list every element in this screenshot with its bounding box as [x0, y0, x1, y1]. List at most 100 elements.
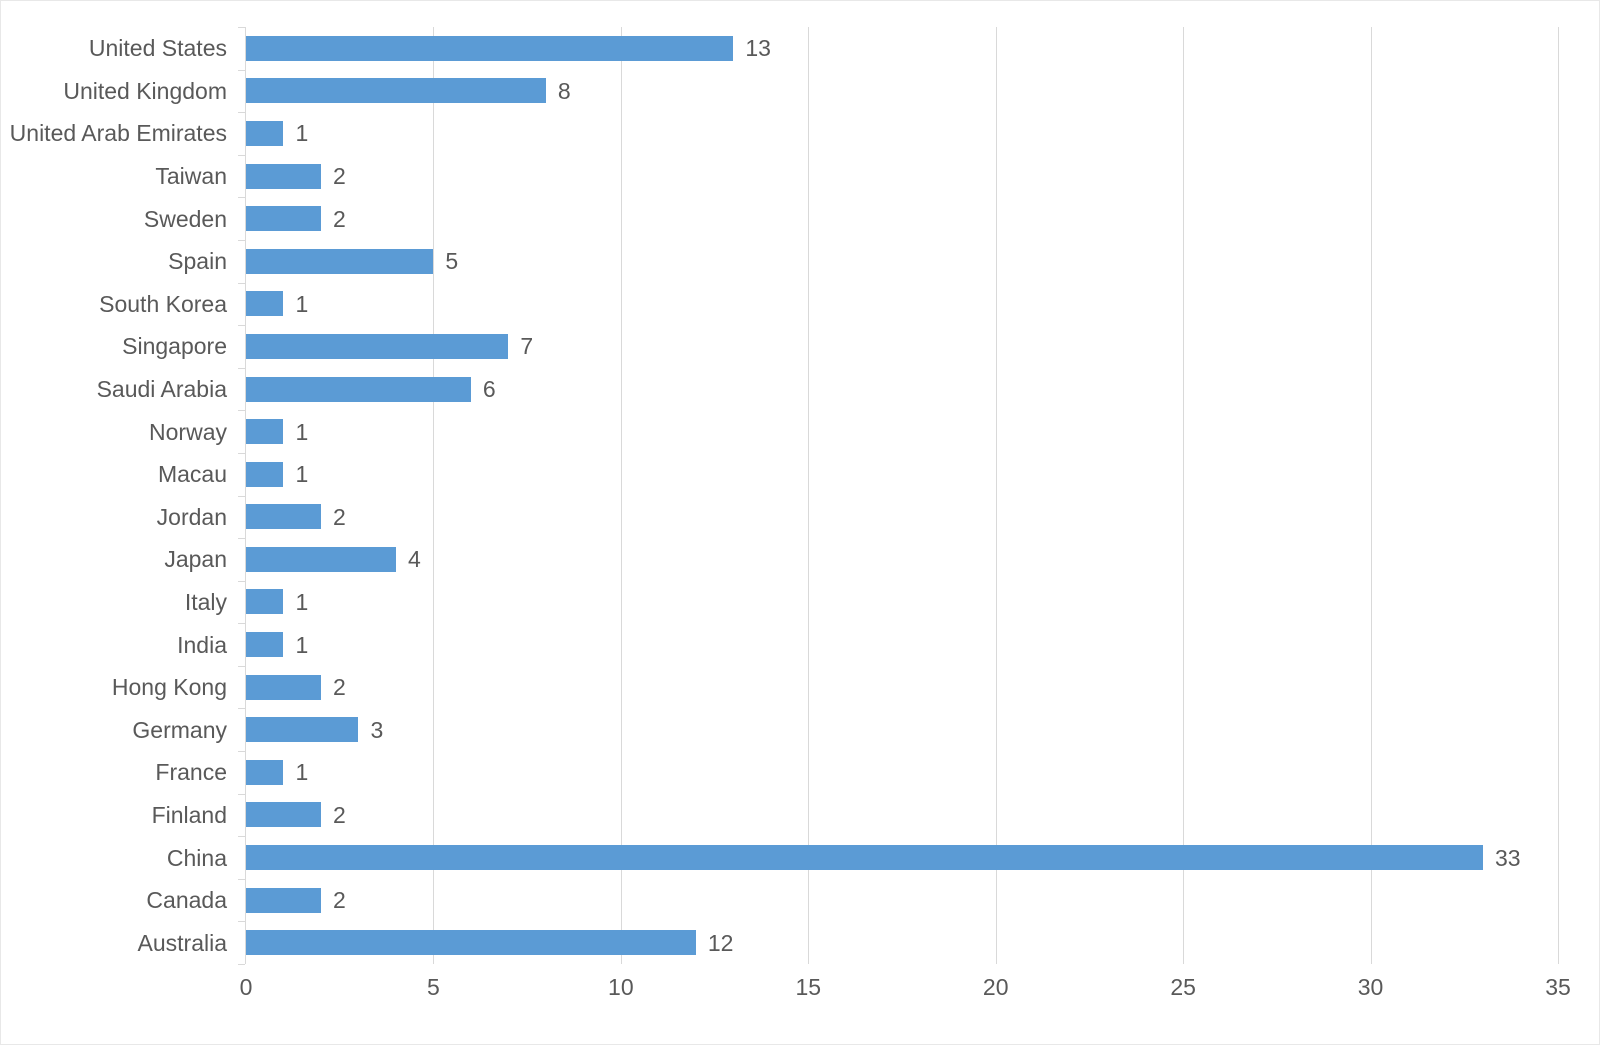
- y-axis-tick: [238, 921, 245, 923]
- bar[interactable]: [246, 717, 359, 743]
- x-axis-tick-label-20: 20: [982, 974, 1009, 1000]
- bar-value-label: 2: [332, 887, 346, 914]
- y-axis-tick: [238, 495, 245, 497]
- bar-row: 2: [246, 197, 1558, 240]
- category-label-spain: Spain: [168, 248, 227, 275]
- bar[interactable]: [246, 546, 396, 572]
- bar-value-label: 2: [332, 801, 346, 828]
- category-label-india: India: [177, 631, 227, 658]
- y-axis-tick: [238, 751, 245, 753]
- bar-value-label: 2: [332, 674, 346, 701]
- bar-value-label: 2: [332, 163, 346, 190]
- bar[interactable]: [246, 759, 284, 785]
- bar-value-label: 4: [407, 546, 421, 573]
- category-label-italy: Italy: [184, 588, 227, 615]
- category-label-finland: Finland: [151, 801, 227, 828]
- bar[interactable]: [246, 887, 321, 913]
- bar-value-label: 1: [295, 759, 309, 786]
- bar[interactable]: [246, 376, 471, 402]
- bar-row: 1: [246, 623, 1558, 666]
- category-label-hong-kong: Hong Kong: [111, 674, 227, 701]
- bar-row: 12: [246, 921, 1558, 964]
- y-axis-tick: [238, 580, 245, 582]
- bar-value-label: 33: [1495, 844, 1521, 871]
- bar[interactable]: [246, 206, 321, 232]
- bar-row: 5: [246, 240, 1558, 283]
- bar[interactable]: [246, 333, 509, 359]
- category-label-united-states: United States: [88, 35, 227, 62]
- category-label-macau: Macau: [157, 461, 227, 488]
- bar-row: 1: [246, 581, 1558, 624]
- bar-value-label: 7: [520, 333, 534, 360]
- category-label-china: China: [166, 844, 227, 871]
- bar-row: 1: [246, 283, 1558, 326]
- bar-row: 8: [246, 70, 1558, 113]
- bar-row: 2: [246, 666, 1558, 709]
- y-axis-tick: [238, 452, 245, 454]
- bar[interactable]: [246, 78, 546, 104]
- bar[interactable]: [246, 674, 321, 700]
- bar[interactable]: [246, 163, 321, 189]
- bar[interactable]: [246, 504, 321, 530]
- bar-value-label: 1: [295, 418, 309, 445]
- category-label-united-arab-emirates: United Arab Emirates: [9, 120, 227, 147]
- category-label-singapore: Singapore: [122, 333, 227, 360]
- gridline-35: [1558, 27, 1559, 964]
- bar-value-label: 2: [332, 205, 346, 232]
- bar[interactable]: [246, 930, 696, 956]
- bar[interactable]: [246, 248, 434, 274]
- bar-chart-figure: 13 8 1 2 2 5 1 7 6 1 1 2 4 1 1 2 3 1 2 33 2 12 United States U…: [0, 0, 1600, 1045]
- y-axis-tick: [238, 239, 245, 241]
- y-axis-tick: [238, 708, 245, 710]
- bar-value-label: 12: [707, 929, 734, 956]
- y-axis-tick: [238, 665, 245, 667]
- category-label-norway: Norway: [149, 418, 227, 445]
- bar[interactable]: [246, 589, 284, 615]
- plot-area: 13 8 1 2 2 5 1 7 6 1 1 2 4 1 1 2 3 1 2 33 2 12: [246, 27, 1558, 964]
- bar[interactable]: [246, 35, 734, 61]
- bar-value-label: 1: [295, 588, 309, 615]
- category-label-germany: Germany: [132, 716, 227, 743]
- category-label-canada: Canada: [146, 887, 227, 914]
- x-axis-tick-label-5: 5: [427, 974, 440, 1000]
- y-axis-tick: [238, 623, 245, 625]
- bar[interactable]: [246, 845, 1484, 870]
- category-label-jordan: Jordan: [156, 503, 227, 530]
- bar[interactable]: [246, 802, 321, 828]
- bar-value-label: 6: [482, 376, 496, 402]
- bar-row: 33: [246, 836, 1558, 879]
- y-axis-tick: [238, 282, 245, 284]
- bar[interactable]: [246, 120, 284, 146]
- bar-value-label: 1: [295, 631, 309, 658]
- category-label-united-kingdom: United Kingdom: [63, 77, 227, 104]
- y-axis-tick: [238, 964, 245, 965]
- category-label-saudi-arabia: Saudi Arabia: [96, 376, 227, 403]
- category-label-sweden: Sweden: [143, 205, 227, 232]
- bar-row: 6: [246, 368, 1558, 411]
- bar-row: 13: [246, 27, 1558, 70]
- category-label-taiwan: Taiwan: [155, 163, 227, 190]
- x-axis-tick-label-30: 30: [1357, 974, 1384, 1000]
- y-axis-tick: [238, 410, 245, 412]
- y-axis-tick: [238, 27, 245, 28]
- y-axis-tick: [238, 112, 245, 114]
- bar-row: 4: [246, 538, 1558, 581]
- bar[interactable]: [246, 419, 284, 445]
- bar[interactable]: [246, 291, 284, 317]
- bar-value-label: 1: [295, 461, 309, 488]
- y-axis-tick: [238, 367, 245, 369]
- x-axis-tick-label-35: 35: [1545, 974, 1571, 1000]
- bar-row: 2: [246, 794, 1558, 837]
- x-axis-tick-label-0: 0: [239, 974, 253, 1000]
- category-label-australia: Australia: [137, 929, 227, 956]
- bar[interactable]: [246, 461, 284, 487]
- y-axis-tick: [238, 154, 245, 156]
- bar-row: 2: [246, 155, 1558, 198]
- bar-row: 1: [246, 410, 1558, 453]
- bar-row: 3: [246, 708, 1558, 751]
- bar-value-label: 13: [745, 35, 771, 62]
- bar[interactable]: [246, 632, 284, 658]
- y-axis-tick: [238, 836, 245, 838]
- y-axis-tick: [238, 793, 245, 795]
- bar-value-label: 3: [370, 716, 384, 743]
